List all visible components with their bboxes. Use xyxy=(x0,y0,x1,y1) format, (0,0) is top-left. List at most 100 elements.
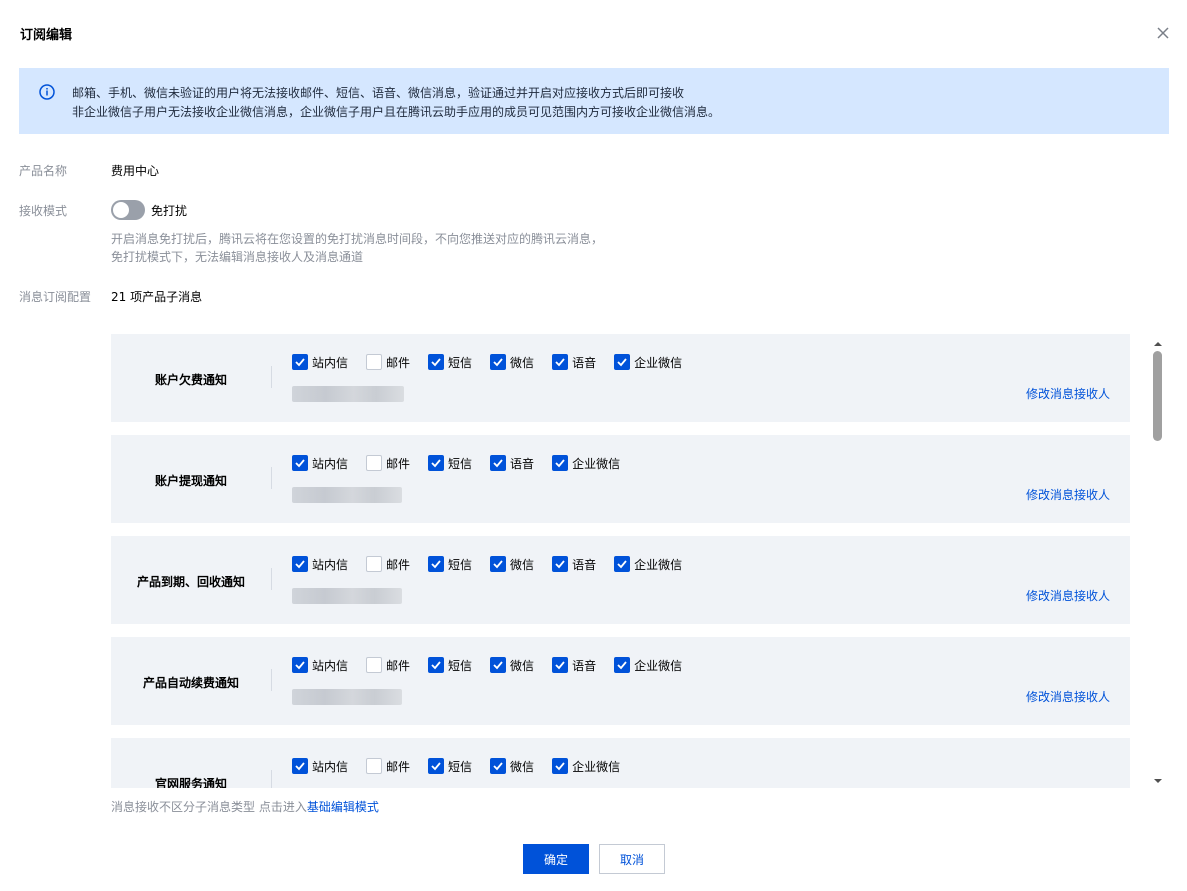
scroll-down-arrow-icon[interactable] xyxy=(1153,774,1163,783)
footer-hint-text: 消息接收不区分子消息类型 点击进入 xyxy=(111,800,307,814)
modify-recipient-link[interactable]: 修改消息接收人 xyxy=(1026,486,1110,503)
channel-option[interactable]: 邮件 xyxy=(366,758,410,775)
scroll-up-arrow-icon[interactable] xyxy=(1153,337,1163,346)
card-divider xyxy=(271,669,272,691)
checkbox-unchecked[interactable] xyxy=(366,455,383,471)
checkbox-checked[interactable] xyxy=(552,657,569,673)
checkbox-checked[interactable] xyxy=(292,455,308,471)
channel-options: 站内信 邮件 短信 微信 语音 企业微信 xyxy=(292,354,700,370)
checkmark-icon xyxy=(555,762,565,771)
checkbox-checked[interactable] xyxy=(552,354,569,370)
channel-option[interactable]: 邮件 xyxy=(366,556,410,573)
channel-option-label: 短信 xyxy=(448,355,473,370)
scrollbar-thumb[interactable] xyxy=(1153,351,1162,441)
channel-option[interactable]: 站内信 xyxy=(292,657,348,674)
channel-option-label: 微信 xyxy=(510,759,535,774)
channel-option[interactable]: 微信 xyxy=(490,657,534,674)
checkbox-checked[interactable] xyxy=(428,556,445,572)
channel-option[interactable]: 微信 xyxy=(490,758,534,775)
redacted-recipient xyxy=(292,386,404,402)
channel-option[interactable]: 短信 xyxy=(428,354,472,371)
message-card: 产品到期、回收通知 站内信 邮件 短信 微信 语音 企业微信 修改消息接收人 xyxy=(111,536,1130,624)
channel-option[interactable]: 短信 xyxy=(428,455,472,472)
modify-recipient-link[interactable]: 修改消息接收人 xyxy=(1026,688,1110,705)
checkbox-checked[interactable] xyxy=(490,556,507,572)
checkbox-checked[interactable] xyxy=(552,556,569,572)
channel-option-label: 企业微信 xyxy=(634,658,683,673)
checkbox-unchecked[interactable] xyxy=(366,657,383,673)
checkbox-checked[interactable] xyxy=(552,455,569,471)
channel-option[interactable]: 企业微信 xyxy=(552,758,620,775)
card-title: 账户欠费通知 xyxy=(154,373,227,387)
channel-option-label: 语音 xyxy=(572,557,597,572)
channel-option-label: 邮件 xyxy=(386,456,411,471)
checkbox-checked[interactable] xyxy=(292,556,308,572)
channel-option[interactable]: 微信 xyxy=(490,556,534,573)
checkbox-checked[interactable] xyxy=(428,455,445,471)
message-card: 账户欠费通知 站内信 邮件 短信 微信 语音 企业微信修改消息接收人 xyxy=(111,334,1130,422)
card-title: 官网服务通知 xyxy=(154,777,227,788)
channel-option[interactable]: 企业微信 xyxy=(614,354,682,371)
channel-option-label: 语音 xyxy=(572,658,597,673)
channel-option[interactable]: 站内信 xyxy=(292,354,348,371)
channel-options: 站内信 邮件 短信 语音 企业微信 xyxy=(292,455,638,471)
modify-recipient-link[interactable]: 修改消息接收人 xyxy=(1026,385,1110,402)
checkbox-checked[interactable] xyxy=(490,758,507,774)
checkbox-checked[interactable] xyxy=(490,455,507,471)
checkbox-unchecked[interactable] xyxy=(366,354,383,370)
card-divider xyxy=(271,366,272,388)
close-icon[interactable] xyxy=(1153,23,1173,43)
modify-recipient-link[interactable]: 修改消息接收人 xyxy=(1026,587,1110,604)
channel-option[interactable]: 微信 xyxy=(490,354,534,371)
checkbox-checked[interactable] xyxy=(428,657,445,673)
channel-option[interactable]: 语音 xyxy=(552,556,596,573)
channel-option[interactable]: 短信 xyxy=(428,657,472,674)
channel-option[interactable]: 语音 xyxy=(552,657,596,674)
checkbox-checked[interactable] xyxy=(428,354,445,370)
message-card: 产品自动续费通知 站内信 邮件 短信 微信 语音 企业微信 修改消息接收人 xyxy=(111,637,1130,725)
channel-option[interactable]: 企业微信 xyxy=(614,657,682,674)
checkmark-icon xyxy=(617,358,627,367)
checkmark-icon xyxy=(295,762,305,771)
notice-line-2: 非企业微信子用户无法接收企业微信消息，企业微信子用户且在腾讯云助手应用的成员可见… xyxy=(72,105,721,119)
checkmark-icon xyxy=(493,358,503,367)
channel-option[interactable]: 语音 xyxy=(490,455,534,472)
channel-option-label: 短信 xyxy=(448,557,473,572)
channel-option[interactable]: 站内信 xyxy=(292,455,348,472)
channel-option[interactable]: 语音 xyxy=(552,354,596,371)
confirm-button[interactable]: 确定 xyxy=(523,844,589,874)
card-divider xyxy=(271,467,272,489)
channel-option-label: 邮件 xyxy=(386,557,411,572)
checkmark-icon xyxy=(431,560,441,569)
dnd-toggle[interactable] xyxy=(111,200,145,220)
channel-option-label: 站内信 xyxy=(312,557,349,572)
checkmark-icon xyxy=(295,459,305,468)
checkbox-checked[interactable] xyxy=(292,657,308,673)
cancel-button[interactable]: 取消 xyxy=(599,844,665,874)
checkbox-checked[interactable] xyxy=(614,657,631,673)
checkbox-unchecked[interactable] xyxy=(366,556,383,572)
checkbox-checked[interactable] xyxy=(292,758,308,774)
footer-hint: 消息接收不区分子消息类型 点击进入基础编辑模式 xyxy=(111,798,379,815)
checkbox-checked[interactable] xyxy=(292,354,308,370)
checkbox-checked[interactable] xyxy=(490,657,507,673)
redacted-recipient xyxy=(292,487,402,503)
checkbox-checked[interactable] xyxy=(614,354,631,370)
channel-option[interactable]: 短信 xyxy=(428,556,472,573)
channel-option[interactable]: 站内信 xyxy=(292,556,348,573)
channel-options: 站内信 邮件 短信 微信 语音 企业微信 xyxy=(292,657,700,673)
checkbox-checked[interactable] xyxy=(614,556,631,572)
channel-option[interactable]: 企业微信 xyxy=(552,455,620,472)
basic-edit-mode-link[interactable]: 基础编辑模式 xyxy=(307,800,379,814)
channel-option[interactable]: 邮件 xyxy=(366,657,410,674)
checkbox-checked[interactable] xyxy=(490,354,507,370)
checkbox-unchecked[interactable] xyxy=(366,758,383,774)
checkbox-checked[interactable] xyxy=(428,758,445,774)
channel-option[interactable]: 邮件 xyxy=(366,354,410,371)
channel-option-label: 站内信 xyxy=(312,759,349,774)
channel-option[interactable]: 短信 xyxy=(428,758,472,775)
channel-option[interactable]: 站内信 xyxy=(292,758,348,775)
checkbox-checked[interactable] xyxy=(552,758,569,774)
channel-option[interactable]: 邮件 xyxy=(366,455,410,472)
channel-option[interactable]: 企业微信 xyxy=(614,556,682,573)
